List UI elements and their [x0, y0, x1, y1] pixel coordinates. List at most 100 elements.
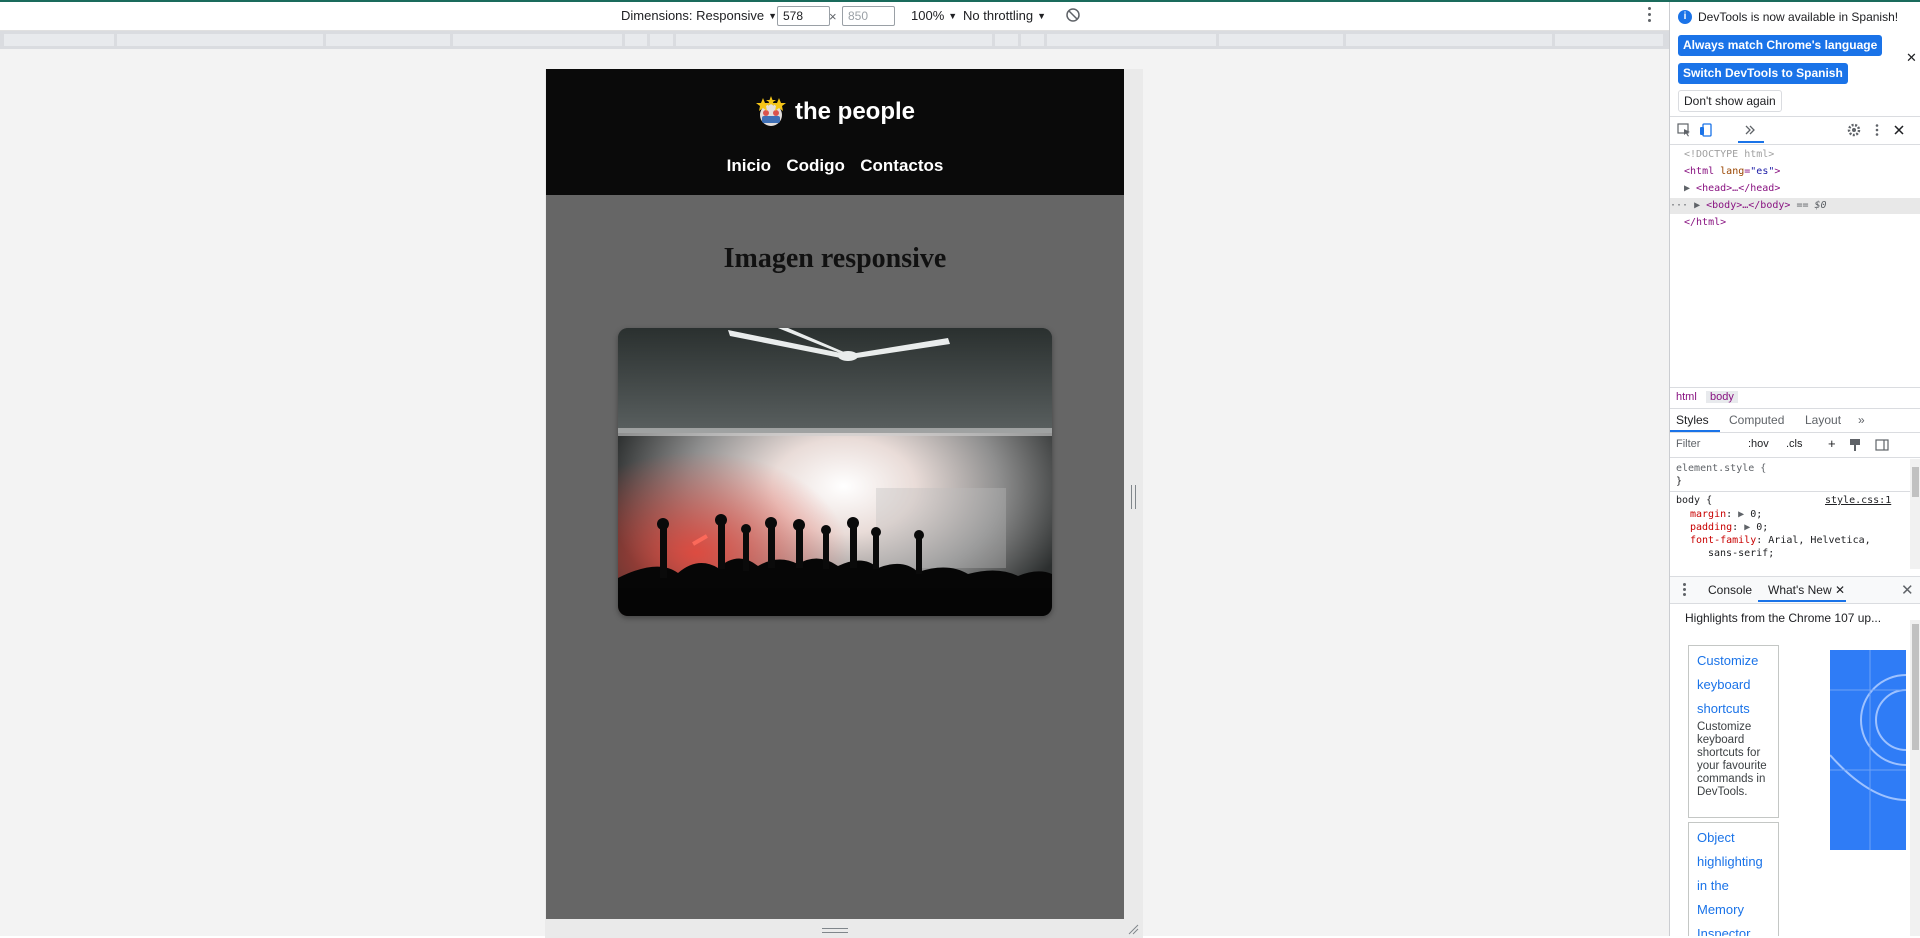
drawer-tabbar: Console What's New ✕ ✕	[1670, 576, 1920, 604]
dom-selected-marker: == $0	[1796, 200, 1827, 211]
feature-card-title[interactable]: Customize keyboard shortcuts	[1697, 649, 1770, 721]
dom-html-close[interactable]: </html>	[1684, 215, 1726, 231]
styles-rules: element.style { } body { style.css:1 mar…	[1670, 459, 1910, 569]
more-options-icon[interactable]	[1646, 7, 1652, 23]
active-tab-indicator	[1738, 141, 1764, 143]
zoom-dropdown[interactable]: 100% ▼	[911, 8, 957, 23]
rotate-icon[interactable]	[1065, 7, 1081, 23]
inspect-element-icon[interactable]	[1677, 123, 1691, 137]
scrollbar-thumb[interactable]	[1912, 467, 1919, 497]
feature-card-memory-inspector[interactable]: Object highlighting in the Memory Inspec…	[1688, 822, 1779, 936]
styles-pane-tabs: Styles Computed Layout »	[1670, 408, 1920, 433]
close-devtools-icon[interactable]	[1892, 123, 1906, 137]
media-query-segment	[1021, 34, 1044, 46]
dom-body-node[interactable]: ··· ▶ <body>…</body> == $0	[1670, 198, 1920, 214]
close-icon[interactable]: ✕	[1906, 50, 1917, 66]
style-declaration[interactable]: font-family: Arial, Helvetica,	[1690, 534, 1871, 547]
resize-handle-bottom[interactable]	[822, 928, 848, 934]
css-value: 0;	[1756, 522, 1769, 533]
devtools-main-toolbar	[1670, 117, 1920, 145]
rule-separator	[1670, 491, 1910, 492]
site-logo[interactable]: the people	[546, 96, 1124, 128]
tab-layout[interactable]: Layout	[1805, 413, 1841, 427]
style-declaration[interactable]: margin: ▶ 0;	[1690, 508, 1762, 521]
dimensions-label: Dimensions: Responsive	[621, 8, 765, 23]
switch-to-spanish-button[interactable]: Switch DevTools to Spanish	[1678, 63, 1848, 84]
feature-card-title[interactable]: Object highlighting in the Memory Inspec…	[1697, 826, 1770, 936]
tab-whats-new-label: What's New	[1768, 583, 1832, 597]
styles-filter-bar: Filter :hov .cls +	[1670, 433, 1920, 458]
dom-attr-value: "es"	[1750, 166, 1775, 177]
nav-link-codigo[interactable]: Codigo	[786, 156, 845, 175]
device-toolbar-icon[interactable]	[1699, 123, 1713, 137]
tab-styles[interactable]: Styles	[1676, 413, 1709, 427]
new-style-rule-icon[interactable]: +	[1828, 436, 1836, 451]
media-query-segment	[1555, 34, 1663, 46]
css-value: Arial, Helvetica,	[1768, 535, 1871, 546]
chevron-down-icon: ▼	[768, 11, 777, 21]
kebab-menu-icon[interactable]	[1870, 123, 1884, 137]
media-query-segment	[625, 34, 647, 46]
scrollbar-thumb[interactable]	[1912, 624, 1919, 750]
elements-dom-tree: <!DOCTYPE html> <html lang="es"> ▶ <head…	[1670, 147, 1920, 387]
dont-show-again-button[interactable]: Don't show again	[1678, 90, 1782, 112]
nav-link-inicio[interactable]: Inicio	[727, 156, 771, 175]
more-tabs-icon[interactable]: »	[1858, 413, 1865, 427]
height-input[interactable]: 850	[842, 6, 895, 26]
body-selector[interactable]: body {	[1676, 494, 1712, 507]
drawer-scrollbar[interactable]	[1910, 620, 1920, 936]
media-query-segment	[453, 34, 622, 46]
media-query-segment	[4, 34, 114, 46]
breadcrumb: html body	[1670, 387, 1920, 409]
media-query-segment	[326, 34, 450, 46]
tab-console[interactable]: Console	[1708, 583, 1752, 597]
media-query-segment	[1047, 34, 1216, 46]
active-tab-indicator	[1758, 600, 1846, 602]
infobar-message: DevTools is now available in Spanish!	[1698, 10, 1899, 24]
css-value-continuation: sans-serif;	[1708, 548, 1775, 559]
rule-close-brace: }	[1676, 476, 1683, 487]
resize-handle-right[interactable]	[1131, 485, 1137, 509]
always-match-language-button[interactable]: Always match Chrome's language	[1678, 35, 1883, 56]
dimensions-dropdown[interactable]: Dimensions: Responsive ▼	[621, 8, 777, 23]
element-style-selector[interactable]: element.style {	[1676, 462, 1766, 475]
width-input[interactable]: 578	[777, 6, 830, 26]
close-tab-icon[interactable]: ✕	[1835, 583, 1845, 597]
css-property: padding	[1690, 522, 1733, 533]
media-query-segment	[1219, 34, 1343, 46]
source-link[interactable]: style.css:1	[1825, 494, 1891, 507]
styles-scrollbar[interactable]	[1910, 459, 1920, 569]
style-declaration[interactable]: padding: ▶ 0;	[1690, 521, 1768, 534]
chevron-down-icon: ▼	[948, 11, 958, 21]
media-query-segment	[117, 34, 323, 46]
dom-attr-name: lang	[1720, 166, 1745, 177]
nav-link-contactos[interactable]: Contactos	[860, 156, 943, 175]
breadcrumb-html[interactable]: html	[1672, 391, 1701, 403]
concert-image	[618, 328, 1052, 616]
close-drawer-icon[interactable]: ✕	[1901, 581, 1914, 599]
emulated-page: the people Inicio Codigo Contactos Image…	[546, 69, 1124, 919]
toggle-sidebar-icon[interactable]	[1875, 438, 1889, 452]
tab-whats-new[interactable]: What's New ✕	[1768, 583, 1845, 597]
more-tabs-icon[interactable]	[1743, 123, 1757, 137]
dom-html-open[interactable]: <html lang="es">	[1684, 164, 1780, 180]
breadcrumb-body[interactable]: body	[1706, 391, 1738, 403]
resize-corner-icon[interactable]	[1127, 923, 1139, 935]
tab-computed[interactable]: Computed	[1729, 413, 1784, 427]
feature-card-shortcuts[interactable]: Customize keyboard shortcuts Customize k…	[1688, 645, 1779, 818]
styles-filter-input[interactable]: Filter	[1676, 438, 1700, 450]
dom-doctype[interactable]: <!DOCTYPE html>	[1684, 147, 1774, 163]
dom-head-label: <head>…</head>	[1696, 183, 1781, 194]
class-toggle[interactable]: .cls	[1786, 438, 1803, 450]
dom-head-node[interactable]: ▶ <head>…</head>	[1684, 181, 1780, 197]
hover-state-toggle[interactable]: :hov	[1748, 438, 1769, 450]
throttling-dropdown[interactable]: No throttling ▼	[963, 8, 1046, 23]
dom-tag-name: html	[1690, 166, 1715, 177]
crowd-emoji-icon	[755, 96, 786, 126]
css-value: 0;	[1750, 509, 1763, 520]
device-toolbar: Dimensions: Responsive ▼ 578 × 850 100% ▼ …	[0, 2, 1669, 31]
paint-icon[interactable]	[1848, 438, 1862, 452]
gear-icon[interactable]	[1847, 123, 1861, 137]
drawer-menu-icon[interactable]	[1683, 583, 1686, 596]
media-query-bar[interactable]	[0, 31, 1669, 49]
